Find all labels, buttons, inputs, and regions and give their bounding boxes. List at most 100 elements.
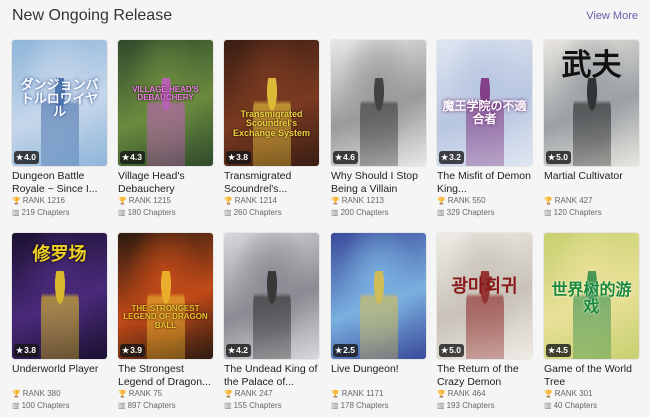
chapters-row: ▥ 40 Chapters: [544, 400, 639, 411]
novel-card[interactable]: Transmigrated Scoundrel's Exchange Syste…: [224, 40, 319, 218]
star-icon: ★: [122, 346, 130, 355]
rank-value: 1215: [153, 196, 171, 205]
rating-badge: ★3.9: [120, 344, 145, 357]
rank-value: 1213: [366, 196, 384, 205]
book-icon: ▥: [437, 208, 445, 217]
chapters-value: 200: [340, 208, 354, 217]
rank-row: 🏆 RANK 1171: [331, 388, 426, 400]
rating-value: 5.0: [556, 152, 568, 162]
chapters-value: 329: [446, 208, 460, 217]
star-icon: ★: [122, 153, 130, 162]
rating-value: 3.2: [449, 152, 461, 162]
novel-card[interactable]: 광마회귀 ★5.0 The Return of the Crazy Demon 🏆 RA…: [437, 233, 532, 411]
rating-badge: ★5.0: [439, 344, 464, 357]
cover-art: [331, 40, 426, 166]
rank-label: RANK: [341, 196, 364, 205]
novel-title[interactable]: Why Should I Stop Being a Villain: [331, 170, 426, 195]
trophy-icon: 🏆: [544, 198, 553, 205]
cover-art: [224, 40, 319, 166]
chapters-label: Chapters: [37, 208, 70, 217]
novel-cover[interactable]: 광마회귀 ★5.0: [437, 233, 532, 359]
trophy-icon: 🏆: [437, 198, 446, 205]
chapters-row: ▥ 193 Chapters: [437, 400, 532, 411]
rank-label: RANK: [234, 196, 257, 205]
chapters-label: Chapters: [37, 401, 70, 410]
rating-value: 3.9: [130, 345, 142, 355]
chapters-label: Chapters: [249, 208, 282, 217]
cover-art: [118, 40, 213, 166]
view-more-link[interactable]: View More: [586, 10, 638, 22]
star-icon: ★: [16, 153, 24, 162]
rank-value: 75: [153, 389, 163, 398]
novel-title[interactable]: Live Dungeon!: [331, 363, 426, 388]
section-header: New Ongoing Release View More: [12, 6, 638, 28]
rank-value: 247: [259, 389, 273, 398]
rank-label: RANK: [447, 389, 470, 398]
novel-cover[interactable]: ★4.2: [224, 233, 319, 359]
book-icon: ▥: [118, 401, 126, 410]
novel-cover[interactable]: THE STRONGEST LEGEND OF DRAGON BALL ★3.9: [118, 233, 213, 359]
trophy-icon: 🏆: [224, 391, 233, 398]
novel-title[interactable]: Game of the World Tree: [544, 363, 639, 388]
novel-card[interactable]: THE STRONGEST LEGEND OF DRAGON BALL ★3.9 T…: [118, 233, 213, 411]
novel-cover[interactable]: VILLAGE HEAD'S DEBAUCHERY ★4.3: [118, 40, 213, 166]
novel-title[interactable]: Village Head's Debauchery: [118, 170, 213, 195]
novel-card[interactable]: VILLAGE HEAD'S DEBAUCHERY ★4.3 Village Hea…: [118, 40, 213, 218]
novel-title[interactable]: The Undead King of the Palace of...: [224, 363, 319, 388]
novel-card[interactable]: ★4.6 Why Should I Stop Being a Villain 🏆 RA…: [331, 40, 426, 218]
rank-label: RANK: [447, 196, 470, 205]
rating-badge: ★4.3: [120, 151, 145, 164]
novel-card[interactable]: 世界树的游戏 ★4.5 Game of the World Tree 🏆 RANK 30…: [544, 233, 639, 411]
novel-title[interactable]: The Misfit of Demon King...: [437, 170, 532, 195]
star-icon: ★: [441, 153, 449, 162]
novel-card[interactable]: 魔王学院の不適合者 ★3.2 The Misfit of Demon King...…: [437, 40, 532, 218]
novel-cover[interactable]: 世界树的游戏 ★4.5: [544, 233, 639, 359]
trophy-icon: 🏆: [224, 198, 233, 205]
star-icon: ★: [441, 346, 449, 355]
book-icon: ▥: [437, 401, 445, 410]
chapters-row: ▥ 897 Chapters: [118, 400, 213, 411]
rank-label: RANK: [22, 389, 45, 398]
novel-card[interactable]: ★2.5 Live Dungeon! 🏆 RANK 1171 ▥ 178 Chapters: [331, 233, 426, 411]
cover-figure: [252, 270, 291, 359]
chapters-label: Chapters: [143, 208, 176, 217]
rank-row: 🏆 RANK 464: [437, 388, 532, 400]
novel-card[interactable]: ★4.2 The Undead King of the Palace of... 🏆…: [224, 233, 319, 411]
novel-title[interactable]: The Strongest Legend of Dragon...: [118, 363, 213, 388]
novel-card[interactable]: ダンジョンバトルロワイヤル ★4.0 Dungeon Battle Royale ~…: [12, 40, 107, 218]
rank-value: 1216: [47, 196, 65, 205]
chapters-label: Chapters: [356, 401, 389, 410]
star-icon: ★: [228, 346, 236, 355]
novel-cover[interactable]: Transmigrated Scoundrel's Exchange Syste…: [224, 40, 319, 166]
novel-cover[interactable]: 武夫 ★5.0: [544, 40, 639, 166]
trophy-icon: 🏆: [437, 391, 446, 398]
star-icon: ★: [228, 153, 236, 162]
cover-figure: [40, 270, 79, 359]
novel-cover[interactable]: ★2.5: [331, 233, 426, 359]
rating-value: 4.6: [343, 152, 355, 162]
star-icon: ★: [335, 346, 343, 355]
novel-cover[interactable]: 魔王学院の不適合者 ★3.2: [437, 40, 532, 166]
rating-badge: ★4.0: [14, 151, 39, 164]
novel-title[interactable]: The Return of the Crazy Demon: [437, 363, 532, 388]
rank-label: RANK: [554, 196, 577, 205]
novel-cover[interactable]: 修罗场 ★3.8: [12, 233, 107, 359]
chapters-label: Chapters: [249, 401, 282, 410]
rank-value: 427: [579, 196, 593, 205]
book-icon: ▥: [12, 401, 20, 410]
novel-cover[interactable]: ★4.6: [331, 40, 426, 166]
novel-card[interactable]: 武夫 ★5.0 Martial Cultivator 🏆 RANK 427 ▥ 120 Ch…: [544, 40, 639, 218]
novel-title[interactable]: Underworld Player: [12, 363, 107, 388]
cover-figure: [572, 77, 611, 166]
novel-title[interactable]: Transmigrated Scoundrel's...: [224, 170, 319, 195]
novel-title[interactable]: Martial Cultivator: [544, 170, 639, 195]
rating-value: 4.0: [24, 152, 36, 162]
chapters-row: ▥ 180 Chapters: [118, 207, 213, 218]
book-icon: ▥: [331, 401, 339, 410]
novel-card[interactable]: 修罗场 ★3.8 Underworld Player 🏆 RANK 380 ▥ 100 Ch…: [12, 233, 107, 411]
novel-cover[interactable]: ダンジョンバトルロワイヤル ★4.0: [12, 40, 107, 166]
chapters-row: ▥ 100 Chapters: [12, 400, 107, 411]
rank-value: 380: [47, 389, 61, 398]
cover-title-text: 광마회귀: [451, 276, 518, 296]
novel-title[interactable]: Dungeon Battle Royale ~ Since I...: [12, 170, 107, 195]
